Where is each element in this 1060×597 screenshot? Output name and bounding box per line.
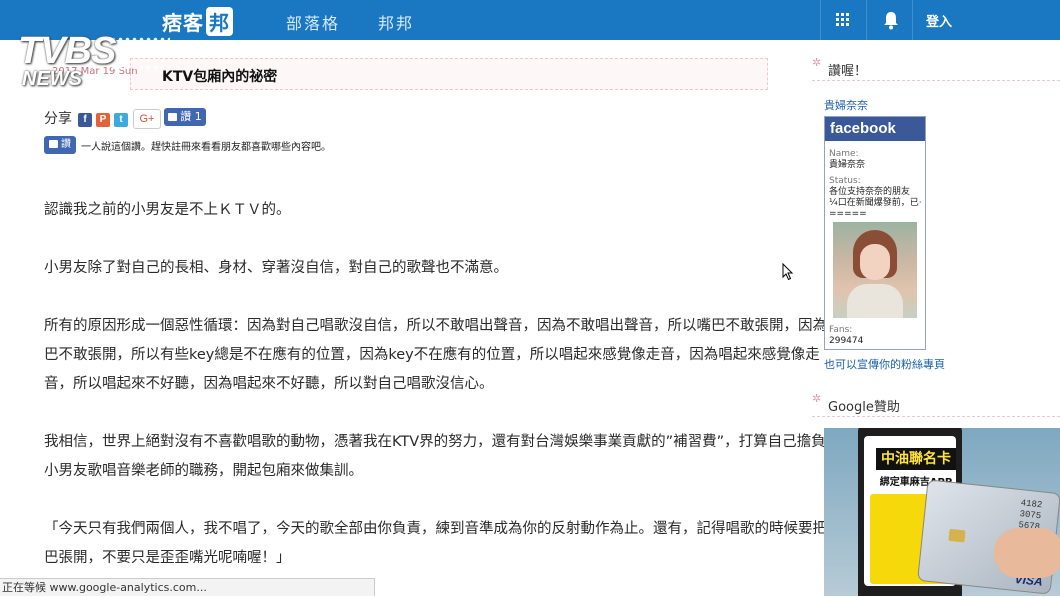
promote-fanpage-link[interactable]: 也可以宣傳你的粉絲專頁 — [824, 356, 945, 372]
facebook-logo: facebook — [825, 117, 925, 141]
article-paragraph: 所有的原因形成一個惡性循環：因為對自己唱歌沒自信，所以不敢唱出聲音，因為不敢唱出… — [44, 318, 842, 334]
article-paragraph: 小男友歌唱音樂老師的職務，開起包廂來做集訓。 — [44, 463, 363, 479]
google-ads-heading: Google贊助 — [828, 400, 900, 415]
sidebar-divider — [812, 416, 1060, 417]
like-count-label: 讚 1 — [180, 110, 202, 123]
fb-status-label: Status: — [829, 176, 861, 186]
fb-name-label: Name: — [829, 149, 859, 159]
facebook-fanpage-widget[interactable]: facebook Name: 貴婦奈奈 Status: 各位支持奈奈的朋友 ¼口… — [824, 116, 926, 350]
logo-dot-pattern — [110, 36, 170, 70]
plurk-share-icon[interactable]: P — [96, 113, 110, 127]
like-note: 一人說這個讚。趕快註冊來看看朋友都喜歡哪些內容吧。 — [81, 142, 331, 153]
thumbs-up-icon — [168, 113, 178, 121]
facebook-like-button[interactable]: 讚 1 — [164, 108, 206, 126]
nav-blog[interactable]: 部落格 — [286, 10, 340, 34]
card-chip-icon — [948, 528, 966, 543]
fb-name: 貴婦奈奈 — [829, 160, 866, 170]
ad-hand-image — [994, 528, 1060, 578]
bell-icon[interactable] — [882, 10, 900, 30]
facebook-like-button-small[interactable]: 讚 — [44, 136, 76, 154]
star-icon: ✲ — [812, 56, 822, 69]
twitter-share-icon[interactable]: t — [114, 113, 128, 127]
tvbs-logo-text: TVBS — [18, 30, 116, 72]
fb-fans-label: Fans: — [829, 325, 853, 335]
fanpage-link[interactable]: 貴婦奈奈 — [824, 97, 868, 113]
fb-status-line: ¼口在新聞爆發前，已· — [829, 198, 922, 208]
grid-icon[interactable] — [836, 13, 850, 27]
mouse-cursor-icon — [782, 263, 794, 281]
nav-divider — [866, 0, 867, 40]
article-paragraph: 小男友除了對自己的長相、身材、穿著沒自信，對自己的歌聲也不滿意。 — [44, 260, 508, 276]
article-title[interactable]: KTV包廂內的祕密 — [162, 66, 277, 86]
like-label: 讚 — [61, 139, 71, 150]
nav-bangbang[interactable]: 邦邦 — [378, 10, 414, 34]
thumbs-up-icon — [49, 140, 58, 148]
fb-status-line: ===== — [829, 209, 867, 219]
nav-divider — [820, 0, 821, 40]
fanpage-profile-photo — [833, 222, 917, 318]
news-logo-text: NEWS — [22, 68, 82, 90]
tvbs-news-logo: TVBS NEWS — [18, 30, 173, 92]
article-paragraph: 我相信，世界上絕對沒有不喜歡唱歌的動物，憑著我在KTV界的努力，還有對台灣娛樂事… — [44, 434, 841, 450]
star-icon: ✲ — [812, 392, 822, 405]
sidebar-divider — [812, 80, 1060, 81]
nav-divider — [912, 0, 913, 40]
article-paragraph: 認識我之前的小男友是不上ＫＴＶ的。 — [44, 202, 291, 218]
article-paragraph: 音，所以唱起來不好聽，因為唱起來不好聽，所以對自己唱歌沒信心。 — [44, 376, 494, 392]
google-plus-button[interactable]: G+ — [133, 109, 161, 129]
browser-status-bar: 正在等候 www.google-analytics.com... — [0, 578, 375, 596]
fb-status-line: 各位支持奈奈的朋友 — [829, 187, 911, 197]
article-paragraph: 「今天只有我們兩個人，我不唱了，今天的歌全部由你負責，練到音準成為你的反射動作為… — [44, 521, 842, 537]
advertisement-banner[interactable]: 中油聯名卡 綁定車麻吉APP 4182 3075 5678 VISA — [824, 428, 1060, 596]
fb-fans-count: 299474 — [829, 336, 864, 346]
article-paragraph: 巴不敢張開，所以有些key總是不在應有的位置，因為key不在應有的位置，所以唱起… — [44, 347, 820, 363]
facebook-share-icon[interactable]: f — [78, 113, 92, 127]
ad-title: 中油聯名卡 — [876, 448, 956, 470]
login-button[interactable]: 登入 — [926, 11, 952, 30]
sidebar-like-heading: 讚喔！ — [828, 64, 868, 79]
share-label: 分享 — [44, 111, 72, 127]
site-logo-badge: 邦 — [206, 7, 233, 36]
article-paragraph: 巴張開，不要只是歪歪嘴光呢喃喔！」 — [44, 550, 291, 566]
